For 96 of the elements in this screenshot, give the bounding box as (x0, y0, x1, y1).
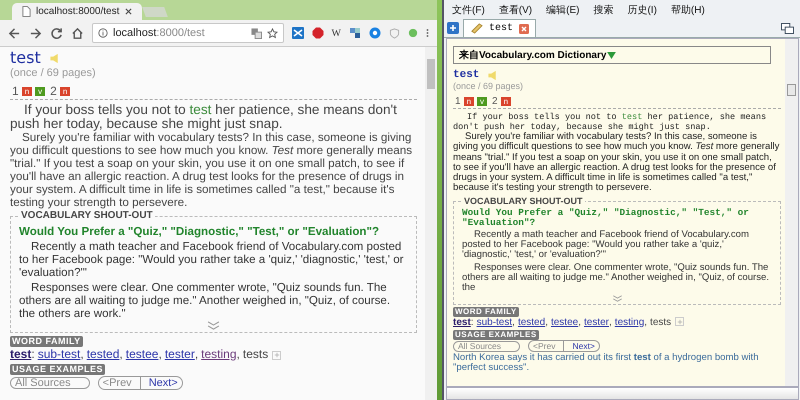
dot-icon[interactable] (408, 28, 418, 38)
word-family-link[interactable]: testee (550, 316, 578, 328)
long-definition: Surely you're familiar with vocabulary tests? In this case, someone is giving you difficult questions to see how much you know. Test more generally means "trial." If you test a soap on your skin, you use it on one small patch, to see if you'll have an allergic reaction. A drug test looks for the presence of drugs in your system. A difficult time in life is sometimes called "a test," because it's testing your strength to persevere. (10, 131, 414, 209)
separator-text: , (578, 316, 581, 328)
bow-tie-icon[interactable] (292, 27, 304, 39)
expand-icon[interactable] (675, 317, 684, 326)
part-of-speech-tag[interactable]: n (22, 87, 32, 96)
menu-item[interactable]: 文件(F) (452, 2, 485, 16)
lifebuoy-icon[interactable] (369, 27, 381, 39)
close-icon[interactable] (125, 8, 132, 15)
next-button[interactable]: Next> (564, 340, 600, 352)
separator-text: , (194, 347, 198, 361)
separator-text: , (80, 347, 84, 361)
section-label: WORD FAMILY (453, 306, 519, 317)
part-of-speech-tag[interactable]: n (500, 97, 512, 106)
forward-icon[interactable] (29, 26, 42, 40)
source-dropdown[interactable]: All Sources (453, 340, 520, 352)
section-label: USAGE EXAMPLES (10, 364, 106, 375)
word-family-link[interactable]: tested (86, 347, 120, 361)
menu-item[interactable]: 查看(V) (498, 2, 532, 16)
menu-item[interactable]: 历史(I) (627, 2, 657, 16)
address-bar[interactable]: localhost:8000/test (92, 23, 284, 43)
part-of-speech-tag[interactable]: v (35, 87, 46, 96)
article-title[interactable]: Would You Prefer a "Quiz," "Diagnostic," "Test," or "Evaluation"? (19, 225, 408, 238)
separator-text: : (470, 316, 474, 328)
word-family-link[interactable]: tester (164, 347, 195, 361)
headword: test (10, 49, 41, 67)
word-family-link[interactable]: testee (126, 347, 158, 361)
stop-sign-icon[interactable] (312, 27, 324, 39)
article-paragraph: Responses were clear. One commenter wrote, "Quiz sounds fun. The others are all waiting to judge me." Another weighed in, "Quiz, of course. the others are work." (19, 281, 392, 320)
frequency-text: (once / 69 pages) (453, 81, 524, 91)
word-family-link[interactable]: testing (201, 347, 237, 361)
separator-text: , (512, 316, 515, 328)
word-family-link[interactable]: test (10, 347, 32, 361)
dropdown-triangle-icon[interactable] (607, 52, 616, 58)
vertical-scrollbar[interactable] (425, 47, 437, 400)
puzzle-icon[interactable] (349, 27, 361, 39)
page-icon (22, 6, 31, 17)
short-definition: If your boss tells you not to test her patience, she means don't push her today, because she might just snap. (453, 112, 768, 132)
section-heading: VOCABULARY SHOUT-OUT (19, 210, 155, 221)
menu-item[interactable]: 编辑(E) (546, 2, 580, 16)
word-family-link[interactable]: sub-test (38, 347, 80, 361)
new-tab-icon[interactable] (447, 22, 459, 34)
long-definition: Surely you're familiar with vocabulary tests? In this case, someone is giving you difficult questions to see how much you know. Test more generally means "trial." If you test a soap on your skin, you use it on one small patch, to see if you'll have an allergic reaction. A drug test looks for the presence of drugs in your system. A difficult time in life is sometimes called "a test," because it's testing your strength to persevere. (453, 132, 780, 194)
part-of-speech-tag[interactable]: n (464, 97, 474, 106)
article-paragraph: Recently a math teacher and Facebook friend of Vocabulary.com posted to her Facebook page: "Would you rather take a 'quiz,' 'diagnostic,' 'test,' or 'evaluation?'" (19, 240, 405, 279)
menu-item[interactable]: 搜索 (593, 2, 614, 16)
document-tab[interactable]: test (463, 19, 536, 37)
separator-text: , (236, 347, 240, 361)
browser-tab[interactable]: localhost:8000/test (12, 3, 142, 20)
shield-icon[interactable] (389, 28, 400, 38)
part-of-speech-tag[interactable]: n (60, 87, 70, 96)
short-definition: If your boss tells you not to test her patience, she means don't push her today, because she might just snap. (10, 103, 398, 131)
sense-number: 2 (492, 96, 498, 107)
reload-icon[interactable] (50, 26, 63, 40)
expand-chevron-icon[interactable] (610, 294, 624, 302)
back-icon[interactable] (8, 26, 21, 40)
separator-text: , (644, 316, 648, 328)
extension-icon[interactable]: W (332, 28, 341, 38)
section-label: WORD FAMILY (10, 336, 83, 347)
word-family-link[interactable]: test (453, 316, 471, 328)
section-heading: VOCABULARY SHOUT-OUT (462, 196, 585, 206)
article-paragraph: Recently a math teacher and Facebook friend of Vocabulary.com posted to her Facebook page: "Would you rather take a 'quiz,' 'diagnostic,' 'test,' or 'evaluation?'" (462, 230, 750, 261)
vertical-scrollbar[interactable] (785, 39, 798, 386)
sense-number: 1 (455, 96, 461, 107)
usage-example: North Korea says it has carried out its first test of a hydrogen bomb with "perfect success". (453, 352, 760, 374)
menu-icon[interactable] (426, 27, 429, 39)
separator-text: , (609, 316, 612, 328)
horizontal-scrollbar[interactable] (446, 387, 799, 400)
separator-text: , (545, 316, 548, 328)
scroll-icon (470, 23, 483, 34)
dictionary-source-header[interactable]: 来自Vocabulary.com Dictionary (453, 46, 771, 64)
section-label: USAGE EXAMPLES (453, 330, 539, 340)
translate-icon[interactable] (250, 28, 262, 38)
article-title[interactable]: Would You Prefer a "Quiz," "Diagnostic," "Test," or "Evaluation"? (462, 208, 772, 228)
star-icon[interactable] (266, 28, 278, 38)
info-icon (98, 28, 108, 38)
expand-icon[interactable] (272, 350, 282, 360)
word-family-link[interactable]: tester (584, 316, 610, 328)
windows-icon[interactable] (781, 23, 794, 34)
separator-text: : (31, 347, 35, 361)
separator-text: , (158, 347, 162, 361)
word-family-link[interactable]: sub-test (476, 316, 512, 328)
separator-text: , (119, 347, 123, 361)
article-paragraph: Responses were clear. One commenter wrote, "Quiz sounds fun. The others are all waiting to judge me." Another weighed in, "Quiz, of course. the (462, 262, 770, 294)
next-button[interactable]: Next> (140, 376, 183, 390)
frequency-text: (once / 69 pages) (10, 67, 96, 79)
sense-number: 1 (12, 85, 19, 98)
word-family-link[interactable]: tested (518, 316, 546, 328)
word-family-link[interactable]: testing (614, 316, 644, 328)
part-of-speech-tag[interactable]: v (477, 97, 488, 106)
sense-number: 2 (50, 85, 57, 98)
menu-item[interactable]: 帮助(H) (670, 2, 705, 16)
expand-chevron-icon[interactable] (207, 321, 220, 330)
home-icon[interactable] (71, 26, 84, 40)
headword: test (453, 69, 480, 81)
